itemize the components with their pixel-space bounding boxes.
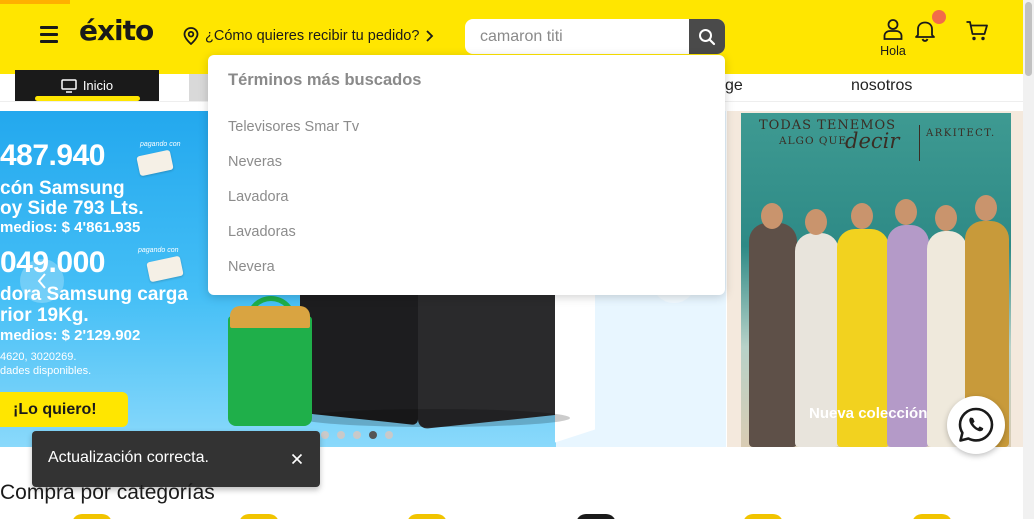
search-input[interactable]: [465, 19, 689, 54]
user-icon: [883, 19, 903, 40]
toast-close-button[interactable]: [287, 449, 307, 469]
close-icon: [291, 453, 303, 465]
toast-notification: Actualización correcta.: [32, 431, 320, 487]
banner-price-1: 487.940: [0, 139, 105, 172]
suggestion-item[interactable]: Neveras: [228, 154, 282, 170]
suggestion-item[interactable]: Lavadoras: [228, 224, 296, 240]
credit-card-icon: [136, 149, 174, 177]
promo-divider: [919, 125, 920, 161]
header-accent: [0, 0, 70, 4]
promo-cta[interactable]: Nueva colección: [809, 405, 927, 422]
tv-icon: [61, 78, 77, 93]
product-shadow: [300, 409, 570, 427]
carousel-dot[interactable]: [321, 431, 329, 439]
subnav-item-partial-label[interactable]: ge: [725, 77, 743, 95]
suggestion-item[interactable]: Nevera: [228, 259, 275, 275]
model-head: [805, 209, 827, 235]
carousel-prev-button[interactable]: [20, 259, 64, 303]
promo-headline-script: decir: [845, 129, 900, 153]
search-suggestions-dropdown: Términos más buscados Televisores Smar T…: [208, 55, 725, 295]
subnav-inicio-label: Inicio: [82, 78, 114, 93]
banner-line-5: rior 19Kg.: [0, 305, 89, 326]
whatsapp-icon: [958, 407, 994, 442]
category-thumbnail[interactable]: [407, 514, 447, 519]
promo-headline-2: ALGO QUE: [779, 135, 848, 147]
notification-badge: [932, 10, 946, 24]
chevron-right-icon: [426, 30, 434, 42]
promo-brand: ARKITECT.: [926, 128, 996, 139]
cart-button[interactable]: [965, 20, 989, 46]
exito-logo[interactable]: éxito: [79, 14, 154, 47]
menu-icon[interactable]: [40, 26, 58, 44]
search-icon: [699, 28, 716, 45]
banner-cta-button[interactable]: ¡Lo quiero!: [0, 392, 128, 427]
carousel-dot-active[interactable]: [369, 431, 377, 439]
model-head: [761, 203, 783, 229]
suggestion-item[interactable]: Lavadora: [228, 189, 288, 205]
suggestions-title: Términos más buscados: [228, 71, 422, 89]
banner-paying-with-2: pagando con: [138, 247, 179, 254]
search-bar: [465, 19, 725, 54]
category-thumbnail[interactable]: [239, 514, 279, 519]
page-scrollbar[interactable]: [1023, 0, 1034, 519]
model-head: [935, 205, 957, 231]
banner-line-1: cón Samsung: [0, 178, 125, 199]
model-head: [895, 199, 917, 225]
search-button[interactable]: [689, 19, 725, 54]
location-pin-icon: [183, 27, 199, 45]
model-head: [975, 195, 997, 221]
subnav-item-nosotros[interactable]: nosotros: [851, 77, 912, 95]
banner-line-6: medios: $ 2'129.902: [0, 327, 141, 344]
scrollbar-thumb[interactable]: [1025, 2, 1032, 76]
shopping-bag-image: [228, 316, 312, 426]
category-thumbnail[interactable]: [576, 514, 616, 519]
category-thumbnail[interactable]: [912, 514, 952, 519]
user-account-button[interactable]: Hola: [876, 18, 910, 58]
model-figure: [749, 223, 797, 447]
category-thumbnail[interactable]: [743, 514, 783, 519]
user-label: Hola: [880, 44, 906, 58]
banner-small-print-1: 4620, 3020269.: [0, 351, 77, 363]
toast-message: Actualización correcta.: [48, 449, 209, 466]
delivery-selector[interactable]: ¿Cómo quieres recibir tu pedido?: [183, 27, 435, 45]
carousel-dot[interactable]: [385, 431, 393, 439]
carousel-dots: [321, 431, 393, 439]
subnav-item-partial[interactable]: [189, 74, 209, 101]
chevron-left-icon: [37, 273, 46, 289]
delivery-prompt: ¿Cómo quieres recibir tu pedido?: [205, 28, 420, 44]
categories-title: Compra por categorías: [0, 481, 215, 504]
produce-image: [230, 306, 310, 328]
page: éxito ¿Cómo quieres recibir tu pedido? H…: [0, 0, 1034, 519]
banner-line-2: oy Side 793 Lts.: [0, 198, 144, 219]
banner-paying-with-1: pagando con: [140, 141, 181, 148]
carousel-dot[interactable]: [337, 431, 345, 439]
credit-card-icon: [146, 255, 184, 283]
model-head: [851, 203, 873, 229]
carousel-dot[interactable]: [353, 431, 361, 439]
banner-small-print-2: dades disponibles.: [0, 365, 92, 377]
cart-icon: [966, 21, 988, 41]
suggestion-item[interactable]: Televisores Smar Tv: [228, 119, 359, 135]
banner-line-3: medios: $ 4'861.935: [0, 219, 141, 236]
category-thumbnail[interactable]: [72, 514, 112, 519]
whatsapp-button[interactable]: [947, 396, 1005, 454]
